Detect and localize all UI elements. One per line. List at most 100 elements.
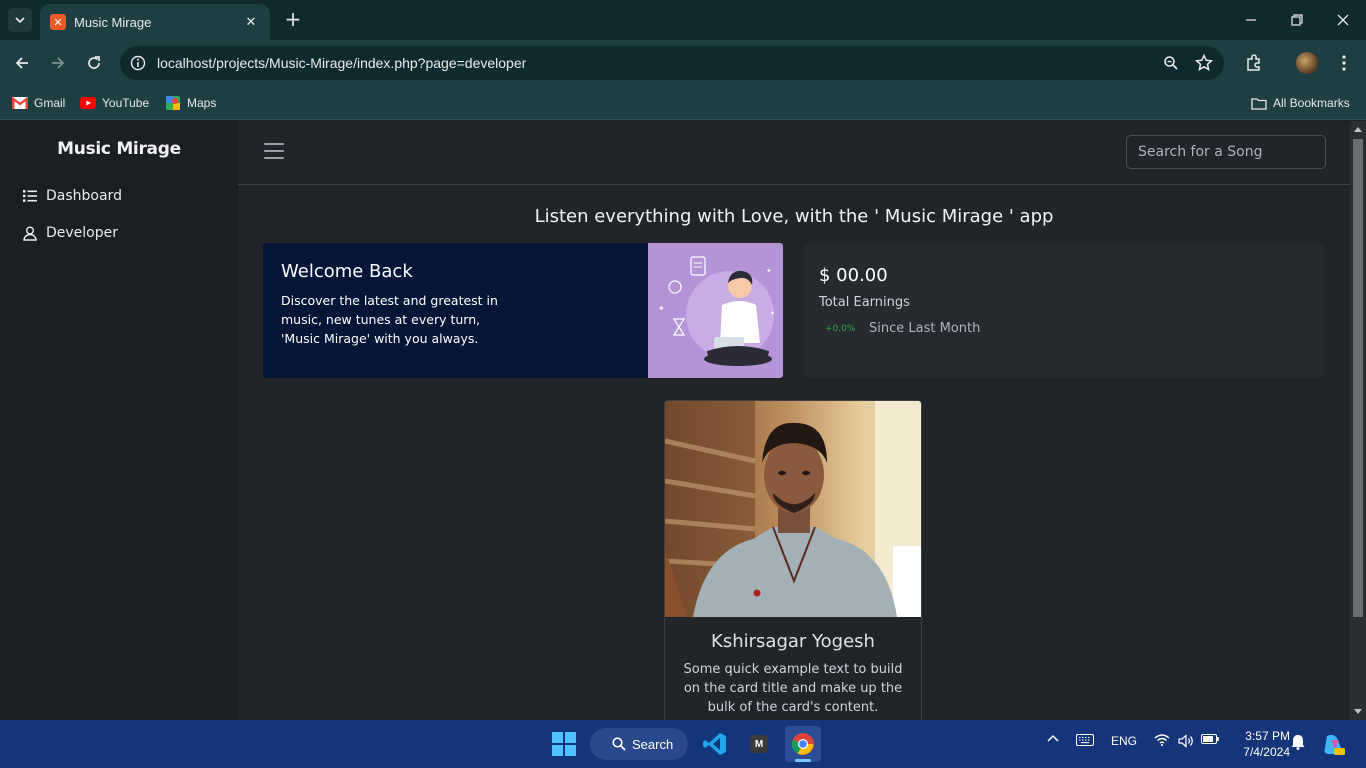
sidebar-item-developer[interactable]: Developer [22, 221, 118, 245]
welcome-title: Welcome Back [281, 261, 413, 282]
volume-icon[interactable] [1177, 734, 1195, 748]
bookmark-youtube[interactable]: YouTube [80, 93, 149, 113]
bookmark-maps[interactable]: Maps [165, 93, 216, 113]
m-app-icon: M [750, 735, 768, 753]
clock-date: 7/4/2024 [1243, 745, 1290, 759]
sidebar-item-dashboard[interactable]: Dashboard [22, 184, 122, 208]
keyboard-button[interactable] [1076, 734, 1094, 746]
menu-kebab-icon[interactable] [1332, 51, 1356, 75]
forward-arrow-icon [52, 57, 65, 69]
windows-logo-icon [552, 732, 576, 756]
minimize-icon [1246, 19, 1256, 21]
close-icon [1337, 14, 1349, 26]
bookmark-label: Maps [187, 96, 217, 110]
earnings-card: $ 00.00 Total Earnings +0.0% Since Last … [804, 243, 1324, 378]
reload-button[interactable] [82, 51, 106, 75]
bookmark-label: Gmail [34, 96, 66, 110]
developer-name: Kshirsagar Yogesh [711, 631, 875, 652]
back-arrow-icon [15, 57, 28, 69]
chrome-app[interactable] [785, 726, 821, 762]
user-icon [22, 225, 38, 241]
sidebar: Music Mirage Dashboard Developer [0, 121, 238, 720]
developer-card: Kshirsagar Yogesh Some quick example tex… [664, 400, 922, 720]
new-tab-button[interactable]: + [282, 8, 304, 32]
sidebar-item-label: Developer [46, 225, 119, 241]
page-scrollbar[interactable] [1350, 121, 1366, 720]
close-window-button[interactable] [1331, 8, 1355, 32]
maps-icon [165, 95, 181, 111]
windows-taskbar: Search M ENG 3:57 PM 7/4/2024 [0, 720, 1366, 768]
bookmark-gmail[interactable]: Gmail [12, 93, 65, 113]
all-bookmarks-button[interactable]: All Bookmarks [1251, 93, 1350, 113]
brand-logo[interactable]: Music Mirage [0, 139, 238, 159]
vscode-icon [703, 733, 726, 755]
chevron-down-icon [15, 17, 25, 23]
developer-illustration: ✦ ✦ ✦ [648, 243, 783, 378]
hamburger-menu-icon[interactable] [264, 143, 284, 161]
taskbar-search-label: Search [632, 736, 674, 752]
active-app-indicator [795, 759, 811, 762]
zoom-icon[interactable] [1161, 53, 1181, 73]
notification-bell-icon[interactable] [1289, 734, 1307, 750]
earnings-label: Total Earnings [819, 295, 910, 310]
profile-avatar[interactable] [1296, 52, 1318, 74]
tab-search-button[interactable] [8, 8, 32, 32]
chrome-icon [791, 733, 814, 755]
minimize-button[interactable] [1239, 8, 1263, 32]
welcome-card: Welcome Back Discover the latest and gre… [263, 243, 783, 378]
youtube-icon [80, 95, 96, 111]
scrollbar-thumb[interactable] [1353, 139, 1363, 617]
reload-icon [88, 56, 100, 69]
restore-icon [1291, 14, 1303, 26]
taskbar-search-button[interactable]: Search [590, 728, 688, 760]
scroll-up-arrow-icon[interactable] [1354, 126, 1362, 134]
xampp-favicon-icon: ✕ [50, 14, 66, 30]
back-button[interactable] [10, 51, 34, 75]
clock-time: 3:57 PM [1245, 729, 1290, 743]
earnings-amount: $ 00.00 [819, 265, 888, 286]
web-page: Music Mirage Dashboard Developer Listen … [0, 121, 1350, 720]
page-tagline: Listen everything with Love, with the ' … [534, 206, 1054, 227]
browser-tab-strip: ✕ Music Mirage ✕ + [0, 0, 1366, 40]
sidebar-item-label: Dashboard [46, 188, 122, 204]
battery-icon[interactable] [1200, 734, 1220, 744]
search-icon [612, 737, 626, 751]
earnings-since-label: Since Last Month [869, 321, 981, 336]
start-button[interactable] [546, 726, 582, 762]
scroll-down-arrow-icon[interactable] [1354, 707, 1362, 715]
top-navbar [238, 121, 1350, 185]
forward-button[interactable] [46, 51, 70, 75]
earnings-change-badge: +0.0% [825, 324, 856, 334]
svg-text:✦: ✦ [770, 310, 775, 317]
all-bookmarks-label: All Bookmarks [1273, 96, 1350, 110]
song-search-input[interactable] [1126, 135, 1326, 169]
list-icon [22, 188, 38, 204]
developer-card-text: Some quick example text to build on the … [683, 662, 903, 715]
extensions-icon[interactable] [1242, 51, 1266, 75]
bookmarks-bar: Gmail YouTube Maps All Bookmarks [0, 86, 1366, 120]
wifi-icon[interactable] [1153, 734, 1171, 746]
address-bar[interactable]: localhost/projects/Music-Mirage/index.ph… [120, 46, 1224, 80]
tab-title: Music Mirage [74, 14, 152, 30]
vscode-app[interactable] [697, 726, 733, 762]
music-mirage-app[interactable]: M [741, 726, 777, 762]
taskbar-clock[interactable]: 3:57 PM 7/4/2024 [1226, 728, 1290, 760]
developer-photo [665, 401, 921, 617]
restore-button[interactable] [1285, 8, 1309, 32]
bookmark-star-icon[interactable] [1194, 53, 1214, 73]
site-info-icon[interactable] [128, 53, 148, 73]
language-indicator[interactable]: ENG [1110, 734, 1138, 748]
browser-toolbar: localhost/projects/Music-Mirage/index.ph… [0, 40, 1366, 86]
folder-icon [1251, 95, 1267, 111]
tab-close-icon[interactable]: ✕ [242, 15, 260, 30]
svg-text:✦: ✦ [658, 304, 665, 313]
gmail-icon [12, 95, 28, 111]
bookmark-label: YouTube [102, 96, 150, 110]
show-hidden-icons-button[interactable] [1046, 734, 1060, 742]
svg-text:✦: ✦ [766, 267, 772, 275]
browser-tab[interactable]: ✕ Music Mirage ✕ [40, 4, 270, 40]
copilot-icon[interactable] [1320, 734, 1346, 756]
welcome-text: Discover the latest and greatest in musi… [281, 293, 498, 346]
url-text: localhost/projects/Music-Mirage/index.ph… [157, 55, 527, 71]
keyboard-icon [1076, 734, 1094, 746]
